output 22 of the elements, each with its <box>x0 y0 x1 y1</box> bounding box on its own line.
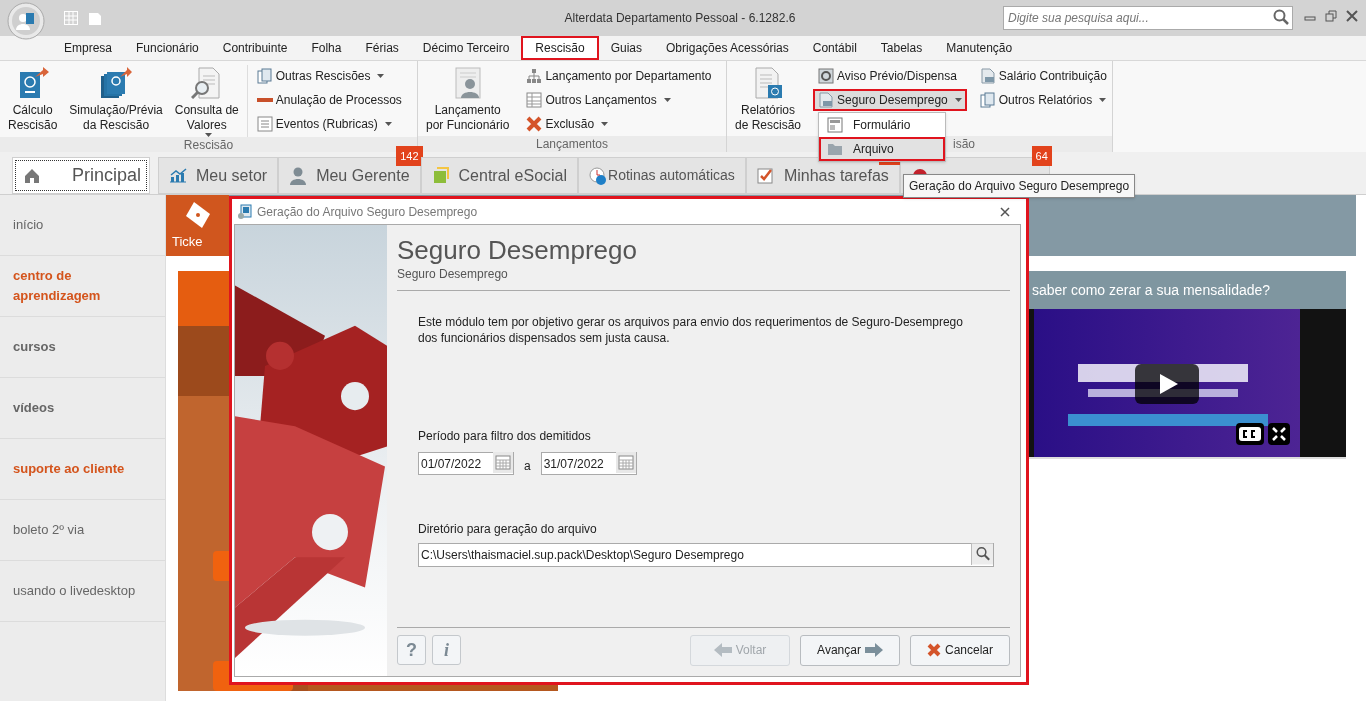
count-badge: 142 <box>396 146 423 166</box>
dialog-title: Geração do Arquivo Seguro Desemprego <box>257 203 479 221</box>
group-label: Rescisão <box>183 137 234 154</box>
tab-label: Central eSocial <box>458 165 568 186</box>
field-label: Período para filtro dos demitidos <box>418 428 592 445</box>
dialog-subheading: Seguro Desemprego <box>397 265 1010 291</box>
group-label: Lançamentos <box>535 136 608 153</box>
tooltip: Geração do Arquivo Seguro Desemprego <box>903 174 1136 198</box>
separator-text: a <box>524 458 531 475</box>
window-title: Alterdata Departamento Pessoal - 6.1282.6 <box>563 10 797 27</box>
dialog-heading: Seguro Desemprego <box>397 235 638 265</box>
tab-label: Rotinas automáticas <box>608 166 735 185</box>
tab-label: Minhas tarefas <box>783 165 889 186</box>
tab-label: Meu Gerente <box>316 165 410 186</box>
tile-label: Ticke <box>171 232 203 251</box>
count-badge: 64 <box>1031 146 1052 166</box>
description-text: Este módulo tem por objetivo gerar os arquivos para envio dos requerimentos de Seguro-Desemprego dos funcionários dispensados sem justa causa. <box>418 314 964 346</box>
tab-label: Meu setor <box>196 165 268 186</box>
field-label: Diretório para geração do arquivo <box>418 521 598 538</box>
group-label: isão <box>953 136 975 153</box>
tab-label: Principal <box>72 164 142 187</box>
video-title: saber como zerar a sua mensalidade? <box>1032 280 1271 300</box>
